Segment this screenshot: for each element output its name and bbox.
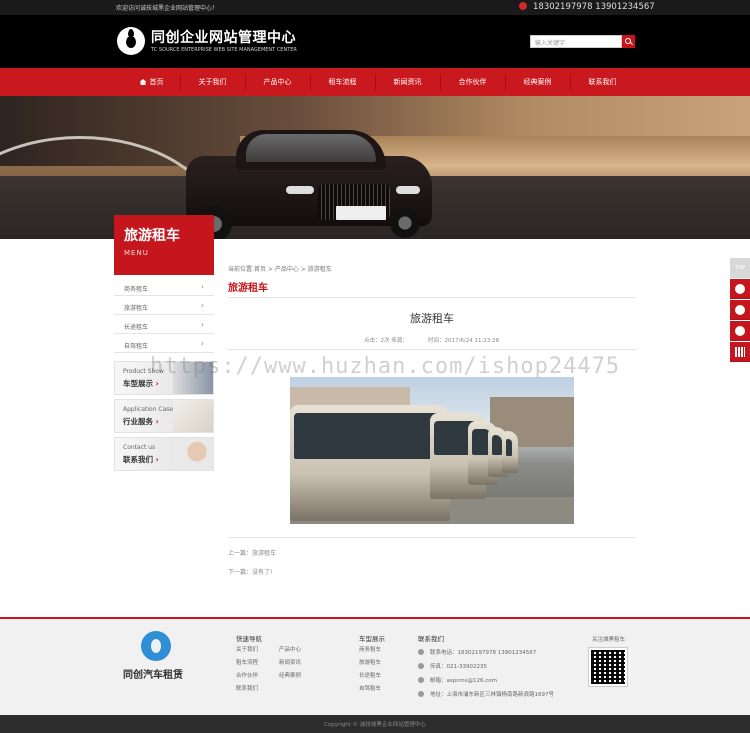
site-subtitle: TC SOURCE ENTERPRISE WEB SITE MANAGEMENT… [151, 47, 297, 53]
footer-link-contact[interactable]: 联系我们 [236, 684, 258, 692]
nav-item-contact[interactable]: 联系我们 [570, 68, 635, 96]
sidebar-item-business[interactable]: 商务租车 › [114, 278, 214, 296]
footer-link-news[interactable]: 新闻资讯 [279, 658, 301, 666]
footer-link-partners[interactable]: 合作伙伴 [236, 671, 258, 679]
footer-quick-nav-title: 快速导航 [236, 635, 262, 643]
search-icon[interactable] [622, 35, 635, 48]
footer-contact-email: 邮箱：aspcms@126.com [418, 676, 497, 684]
phone-icon [519, 2, 527, 10]
footer-contact-phone: 联系电话：18302197978 13901234567 [418, 648, 536, 656]
watermark: https://www.huzhan.com/ishop24475 [150, 354, 621, 379]
footer-logo-icon [141, 631, 171, 661]
site-title[interactable]: 同创企业网站管理中心 [151, 27, 296, 47]
back-to-top-button[interactable]: TOP [730, 258, 750, 278]
breadcrumb[interactable]: 当前位置:首页 > 产品中心 > 旅游租车 [228, 264, 332, 273]
promo-contact[interactable]: Contact us 联系我们 › [114, 437, 214, 471]
hero-banner [0, 96, 750, 239]
hotline: 18302197978 13901234567 [519, 2, 655, 12]
chevron-right-icon: › [200, 339, 204, 348]
footer-follow-title: 关注城黑租车 [592, 637, 626, 643]
article-time: 时间：2017/6/24 11:23:28 [428, 338, 500, 344]
phone-icon [418, 649, 424, 655]
section-title: 旅游租车 [228, 283, 268, 294]
message-icon[interactable] [730, 321, 750, 341]
promo-application-case[interactable]: Application Case 行业服务 › [114, 399, 214, 433]
footer-link-cases[interactable]: 经典案例 [279, 671, 301, 679]
footer-contact-address: 地址：上海市浦东新区三林镇杨南路新浪路1697号 [418, 690, 558, 701]
footer-link-process[interactable]: 租车流程 [236, 658, 258, 666]
article-title: 旅游租车 [410, 312, 454, 325]
article-photo [290, 377, 574, 524]
header: 同创企业网站管理中心 TC SOURCE ENTERPRISE WEB SITE… [0, 15, 750, 68]
welcome-text: 欢迎访问诚技城黑企业网站管理中心！ [116, 5, 219, 12]
nav-item-process[interactable]: 租车流程 [310, 68, 375, 96]
qrcode-icon[interactable] [730, 342, 750, 362]
nav-item-home[interactable]: 首页 [119, 68, 184, 96]
footer-link-long-distance[interactable]: 长途租车 [359, 671, 381, 679]
footer-contact-fax: 传真：021-33902235 [418, 662, 487, 670]
logo-icon[interactable] [117, 27, 145, 55]
agent-thumbnail [173, 438, 213, 470]
footer-link-about[interactable]: 关于我们 [236, 645, 258, 653]
sidebar-item-self-drive[interactable]: 自驾租车 › [114, 335, 214, 353]
footer-brand: 同创汽车租赁 [123, 670, 183, 681]
footer-link-business[interactable]: 商务租车 [359, 645, 381, 653]
prev-article-link[interactable]: 上一篇：旅游租车 [228, 548, 276, 557]
sidebar-item-long-distance[interactable]: 长途租车 › [114, 316, 214, 334]
search-input[interactable]: 输入关键字 [530, 35, 622, 48]
fax-icon [418, 663, 424, 669]
copyright-bar: Copyright © 诚技城黑企业网站管理中心 [0, 715, 750, 733]
footer-car-title: 车型展示 [359, 635, 385, 643]
nav-item-products[interactable]: 产品中心 [245, 68, 310, 96]
nav-item-about[interactable]: 关于我们 [180, 68, 245, 96]
main-nav: 首页 关于我们 产品中心 租车流程 新闻资讯 合作伙伴 经典案例 联系我们 [0, 68, 750, 96]
next-article-link[interactable]: 下一篇：没有了! [228, 567, 272, 576]
nav-item-partners[interactable]: 合作伙伴 [440, 68, 505, 96]
chevron-right-icon: › [200, 320, 204, 329]
handshake-thumbnail [173, 400, 213, 432]
sidebar-item-travel[interactable]: 旅游租车 › [114, 297, 214, 315]
footer [0, 617, 750, 715]
top-bar: 欢迎访问诚技城黑企业网站管理中心！ 18302197978 1390123456… [0, 0, 750, 15]
sidebar-header: 旅游租车 MENU [114, 215, 214, 275]
hotline-numbers: 18302197978 13901234567 [533, 2, 655, 12]
footer-link-self-drive[interactable]: 自驾租车 [359, 684, 381, 692]
sidebar-subtitle: MENU [124, 249, 149, 257]
chevron-right-icon: › [200, 282, 204, 291]
divider [228, 297, 636, 298]
car-image [186, 126, 432, 239]
article-views: 点击：2次 来源： [364, 338, 408, 344]
wechat-qrcode [588, 647, 628, 687]
footer-link-products[interactable]: 产品中心 [279, 645, 301, 653]
copyright-text: Copyright © 诚技城黑企业网站管理中心 [324, 722, 426, 728]
footer-link-travel[interactable]: 旅游租车 [359, 658, 381, 666]
location-icon [418, 691, 424, 697]
footer-contact-title: 联系我们 [418, 635, 444, 643]
sidebar-title: 旅游租车 [124, 228, 180, 244]
mail-icon [418, 677, 424, 683]
nav-item-news[interactable]: 新闻资讯 [375, 68, 440, 96]
qq-icon[interactable] [730, 300, 750, 320]
home-icon [139, 79, 147, 85]
chevron-right-icon: › [200, 301, 204, 310]
divider [228, 349, 636, 350]
divider [228, 537, 636, 538]
qq-icon[interactable] [730, 279, 750, 299]
nav-item-cases[interactable]: 经典案例 [505, 68, 570, 96]
